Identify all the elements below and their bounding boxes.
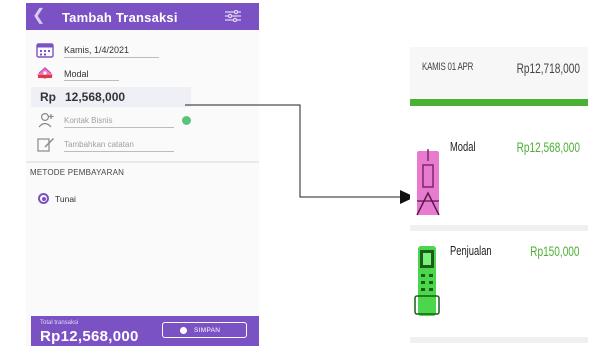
back-chevron-icon[interactable]: ❮: [32, 6, 45, 26]
note-input[interactable]: Tambahkan catatan: [64, 140, 134, 149]
edit-note-icon: [37, 138, 54, 152]
row-separator: [410, 337, 588, 343]
tx-label-modal: Modal: [450, 139, 476, 154]
tx-amount-penjualan: Rp150,000: [530, 243, 580, 259]
total-footer: Total transaksi Rp12,568,000 SIMPAN: [31, 316, 259, 346]
day-accent-bar: [410, 99, 588, 106]
tx-amount-modal: Rp12,568,000: [516, 139, 580, 155]
contact-underline: [64, 127, 174, 128]
total-value: Rp12,568,000: [40, 328, 139, 345]
date-field[interactable]: Kamis, 1/4/2021: [64, 45, 129, 55]
day-date: KAMIS 01 APR: [422, 61, 474, 73]
section-divider: [26, 161, 259, 163]
category-underline: [64, 80, 119, 81]
check-circle-icon: [180, 327, 187, 334]
page-title: Tambah Transaksi: [62, 10, 178, 25]
sales-terminal-icon: [414, 246, 440, 316]
payment-method-label[interactable]: Tunai: [55, 194, 76, 204]
date-underline: [64, 57, 159, 58]
payment-radio[interactable]: [38, 193, 49, 204]
save-button[interactable]: SIMPAN: [162, 322, 247, 338]
category-field[interactable]: Modal: [64, 69, 89, 79]
contact-status-dot[interactable]: [182, 116, 191, 125]
row-separator: [410, 225, 588, 231]
currency-label: Rp: [40, 90, 56, 104]
calendar-icon: [36, 43, 54, 58]
save-button-label: SIMPAN: [194, 327, 221, 334]
tx-label-penjualan: Penjualan: [450, 243, 492, 258]
amount-input[interactable]: 12,568,000: [65, 90, 125, 104]
transaction-ledger: KAMIS 01 APR Rp12,718,000 Modal Rp12,568…: [410, 47, 588, 347]
add-transaction-screen: ❮ Tambah Transaksi Kamis, 1/4/2021 Modal…: [26, 3, 259, 346]
day-header: KAMIS 01 APR Rp12,718,000: [410, 47, 588, 99]
sliders-settings-icon[interactable]: [225, 10, 241, 22]
money-stack-icon: [37, 67, 53, 79]
note-underline: [64, 151, 174, 152]
app-bar: ❮ Tambah Transaksi: [26, 3, 259, 30]
modal-icon: [416, 149, 440, 216]
person-add-icon: [38, 112, 54, 128]
day-total: Rp12,718,000: [516, 60, 580, 76]
payment-section-title: METODE PEMBAYARAN: [30, 168, 125, 177]
total-label: Total transaksi: [40, 320, 79, 326]
contact-input[interactable]: Kontak Bisnis: [64, 116, 112, 125]
